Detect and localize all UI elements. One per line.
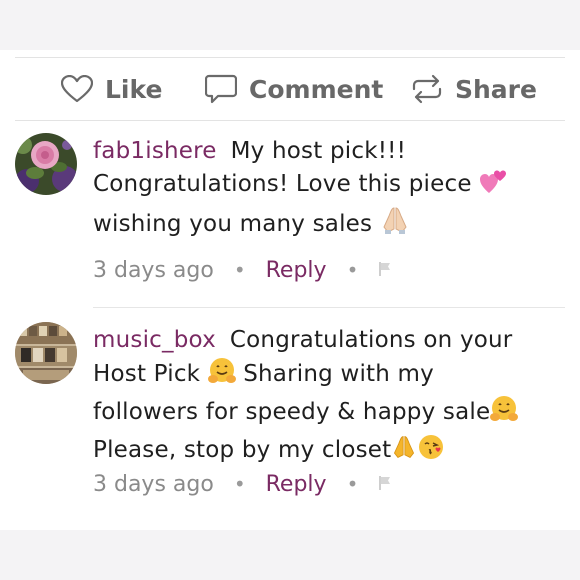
comment-timestamp: 3 days ago — [93, 257, 214, 283]
comment-line: Congratulations on your — [229, 327, 513, 353]
listing-comments-card: Like Comment Share fab1ishere My host pi… — [0, 50, 580, 530]
comment-line: Host Pick — [93, 361, 201, 387]
comment-line: Please, stop by my closet — [93, 437, 392, 463]
comment-bubble-icon — [205, 74, 237, 104]
separator-dot: • — [346, 258, 359, 282]
share-label: Share — [455, 74, 537, 104]
two-hearts-emoji-icon — [479, 169, 507, 205]
like-button[interactable]: Like — [61, 58, 162, 120]
separator-dot: • — [233, 258, 246, 282]
hugging-face-emoji-icon — [207, 357, 236, 395]
reply-link[interactable]: Reply — [266, 258, 327, 283]
avatar[interactable] — [15, 133, 77, 195]
separator-dot: • — [233, 472, 246, 496]
like-label: Like — [105, 74, 163, 104]
rose-avatar-image — [15, 133, 77, 195]
comment-divider — [93, 307, 565, 308]
comment-line: Sharing with my — [243, 361, 434, 387]
comment-meta: 3 days ago • Reply • — [93, 469, 392, 499]
folded-hands-emoji-icon — [391, 433, 417, 471]
flag-icon[interactable] — [378, 258, 392, 283]
comment-timestamp: 3 days ago — [93, 471, 214, 497]
comment-meta: 3 days ago • Reply • — [93, 255, 392, 285]
kissing-face-emoji-icon — [417, 433, 445, 471]
action-bar: Like Comment Share — [15, 57, 565, 121]
share-button[interactable]: Share — [411, 58, 537, 120]
comment-text: fab1ishere My host pick!!! Congratulation… — [93, 135, 563, 245]
flag-icon[interactable] — [378, 472, 392, 497]
comment-line: wishing you many sales — [93, 211, 373, 237]
comment-text: music_box Congratulations on your Host Pi… — [93, 324, 563, 471]
heart-icon — [61, 75, 93, 103]
comment-username[interactable]: fab1ishere — [93, 138, 217, 164]
record-store-avatar-image — [15, 322, 77, 384]
avatar[interactable] — [15, 322, 77, 384]
comment-line: Congratulations! Love this piece — [93, 171, 472, 197]
folded-hands-emoji-icon — [380, 205, 410, 245]
separator-dot: • — [346, 472, 359, 496]
comment-line: followers for speedy & happy sale — [93, 399, 491, 425]
share-arrows-icon — [412, 74, 442, 104]
comment-label: Comment — [249, 74, 384, 104]
hugging-face-emoji-icon — [490, 395, 519, 433]
comment-button[interactable]: Comment — [205, 58, 383, 120]
comment-line: My host pick!!! — [230, 138, 406, 164]
reply-link[interactable]: Reply — [266, 472, 327, 497]
comment-username[interactable]: music_box — [93, 327, 216, 353]
